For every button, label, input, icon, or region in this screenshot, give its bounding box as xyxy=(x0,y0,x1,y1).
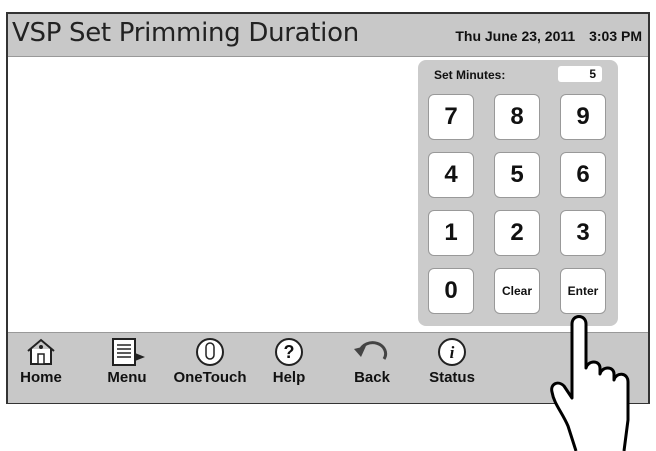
key-4[interactable]: 4 xyxy=(428,152,474,198)
hand-pointer-icon xyxy=(550,315,630,451)
menu-button[interactable]: Menu xyxy=(102,337,152,386)
key-3[interactable]: 3 xyxy=(560,210,606,256)
date-text: Thu June 23, 2011 xyxy=(455,28,576,44)
menu-label: Menu xyxy=(107,369,147,386)
svg-text:i: i xyxy=(450,343,455,362)
back-icon xyxy=(354,341,388,360)
page-title: VSP Set Primming Duration xyxy=(12,18,359,48)
key-6[interactable]: 6 xyxy=(560,152,606,198)
key-7[interactable]: 7 xyxy=(428,94,474,140)
menu-icon xyxy=(112,338,145,366)
key-8[interactable]: 8 xyxy=(494,94,540,140)
key-1[interactable]: 1 xyxy=(428,210,474,256)
onetouch-icon xyxy=(196,338,224,366)
key-2[interactable]: 2 xyxy=(494,210,540,256)
key-9[interactable]: 9 xyxy=(560,94,606,140)
back-button[interactable]: Back xyxy=(344,337,400,386)
onetouch-label: OneTouch xyxy=(173,369,247,386)
status-icon: i xyxy=(438,338,466,366)
home-button[interactable]: Home xyxy=(16,337,66,386)
time-text: 3:03 PM xyxy=(589,28,642,44)
home-label: Home xyxy=(20,369,62,386)
home-icon xyxy=(27,338,55,365)
datetime: Thu June 23, 2011 3:03 PM xyxy=(445,28,642,44)
help-icon: ? xyxy=(275,338,303,366)
title-bar: VSP Set Primming Duration Thu June 23, 2… xyxy=(8,14,648,57)
clear-button[interactable]: Clear xyxy=(494,268,540,314)
help-button[interactable]: ? Help xyxy=(264,337,314,386)
status-label: Status xyxy=(429,369,475,386)
back-label: Back xyxy=(354,369,390,386)
keypad: Set Minutes: 5 7 8 9 4 5 6 1 2 3 0 Clear… xyxy=(418,60,618,326)
svg-text:?: ? xyxy=(284,342,295,362)
key-0[interactable]: 0 xyxy=(428,268,474,314)
status-button[interactable]: i Status xyxy=(424,337,480,386)
onetouch-button[interactable]: OneTouch xyxy=(168,337,252,386)
help-label: Help xyxy=(272,369,306,386)
key-5[interactable]: 5 xyxy=(494,152,540,198)
set-minutes-value: 5 xyxy=(558,66,602,82)
set-minutes-label: Set Minutes: xyxy=(434,68,506,82)
